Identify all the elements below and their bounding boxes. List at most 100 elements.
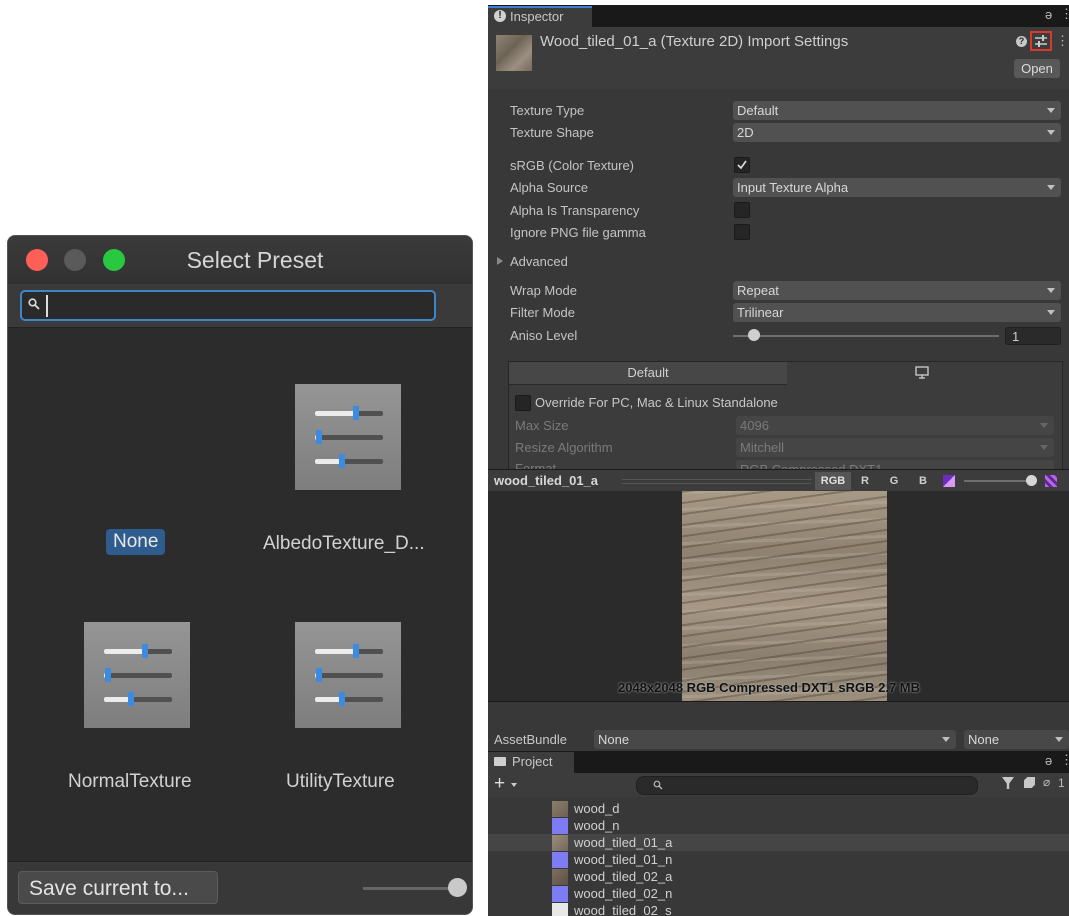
channel-r-button[interactable]: R bbox=[856, 472, 874, 490]
more-menu-icon[interactable]: ⋮ bbox=[1060, 6, 1069, 22]
preset-search-box[interactable] bbox=[20, 290, 436, 321]
chevron-down-icon bbox=[1040, 423, 1048, 428]
project-file-list: wood_d wood_n wood_tiled_01_a wood_tiled… bbox=[488, 797, 1069, 916]
list-item[interactable]: wood_tiled_01_n bbox=[488, 851, 1069, 868]
ignore-png-gamma-checkbox[interactable] bbox=[734, 224, 750, 240]
resize-algorithm-value: Mitchell bbox=[740, 440, 785, 455]
preset-utility-label[interactable]: UtilityTexture bbox=[286, 771, 395, 793]
project-more-icon[interactable]: ⋮ bbox=[1060, 752, 1069, 768]
max-size-dropdown[interactable]: 4096 bbox=[736, 416, 1054, 435]
texture-type-dropdown[interactable]: Default bbox=[733, 101, 1061, 120]
platform-section: Default Override For PC, Mac & Linux Sta… bbox=[508, 361, 1063, 479]
tab-standalone-platform[interactable] bbox=[787, 362, 1062, 384]
resize-algorithm-label: Resize Algorithm bbox=[515, 440, 613, 455]
assetbundle-variant-dropdown[interactable]: None bbox=[964, 730, 1069, 749]
select-preset-window: Select Preset None AlbedoTexture_D... No… bbox=[7, 235, 473, 915]
inspector-header: Wood_tiled_01_a (Texture 2D) Import Sett… bbox=[488, 27, 1069, 90]
texture-preview-image bbox=[682, 491, 887, 701]
preview-divider-line bbox=[622, 479, 812, 484]
help-icon[interactable]: ? bbox=[1016, 36, 1027, 47]
tab-project[interactable]: Project bbox=[488, 752, 574, 773]
preview-name: wood_tiled_01_a bbox=[494, 473, 599, 488]
project-search-box[interactable] bbox=[636, 776, 978, 795]
preset-none[interactable]: None bbox=[106, 529, 166, 555]
texture-shape-value: 2D bbox=[737, 125, 754, 140]
resize-algorithm-dropdown[interactable]: Mitchell bbox=[736, 438, 1054, 457]
create-plus-icon[interactable]: + bbox=[494, 773, 505, 795]
header-more-icon[interactable]: ⋮ bbox=[1056, 33, 1069, 49]
preset-search-input[interactable] bbox=[46, 295, 432, 317]
texture-thumbnail bbox=[496, 35, 532, 71]
ignore-png-gamma-label: Ignore PNG file gamma bbox=[510, 225, 646, 240]
foldout-arrow-icon[interactable] bbox=[497, 257, 503, 265]
channel-b-button[interactable]: B bbox=[914, 472, 932, 490]
chevron-down-icon bbox=[1047, 310, 1055, 315]
file-name: wood_n bbox=[574, 818, 620, 833]
lock-icon[interactable]: ə bbox=[1045, 7, 1052, 22]
create-dropdown-icon[interactable] bbox=[511, 783, 517, 787]
wrap-mode-value: Repeat bbox=[737, 283, 779, 298]
normal-map-file-icon bbox=[552, 818, 568, 834]
list-item[interactable]: wood_tiled_02_a bbox=[488, 868, 1069, 885]
filter-mode-label: Filter Mode bbox=[510, 305, 576, 320]
preset-albedo-label[interactable]: AlbedoTexture_D... bbox=[263, 533, 425, 555]
project-lock-icon[interactable]: ə bbox=[1045, 753, 1052, 768]
texture-shape-label: Texture Shape bbox=[510, 125, 594, 140]
tab-inspector[interactable]: ! Inspector bbox=[488, 6, 592, 27]
aniso-slider-knob[interactable] bbox=[748, 329, 760, 341]
max-size-label: Max Size bbox=[515, 418, 569, 433]
wrap-mode-dropdown[interactable]: Repeat bbox=[733, 281, 1061, 300]
info-icon: ! bbox=[494, 10, 506, 22]
mip-slider-track[interactable] bbox=[964, 480, 1032, 482]
mip-slider-knob[interactable] bbox=[1026, 475, 1037, 486]
inspector-tab-label: Inspector bbox=[510, 9, 564, 24]
chevron-down-icon bbox=[1055, 737, 1063, 742]
preset-sliders-icon bbox=[315, 644, 383, 706]
texture-shape-dropdown[interactable]: 2D bbox=[733, 123, 1061, 142]
srgb-checkbox[interactable] bbox=[734, 157, 750, 173]
alpha-transparency-checkbox[interactable] bbox=[734, 202, 750, 218]
list-item[interactable]: wood_tiled_02_n bbox=[488, 885, 1069, 902]
override-checkbox[interactable] bbox=[515, 395, 531, 411]
list-item-selected[interactable]: wood_tiled_01_a bbox=[488, 834, 1069, 851]
zoom-slider-knob[interactable] bbox=[448, 878, 467, 897]
zoom-slider-track[interactable] bbox=[363, 887, 455, 890]
inspector-title: Wood_tiled_01_a (Texture 2D) Import Sett… bbox=[540, 33, 849, 50]
preset-albedo-thumb[interactable] bbox=[295, 384, 401, 490]
tab-default-platform[interactable]: Default bbox=[509, 362, 787, 385]
alpha-source-dropdown[interactable]: Input Texture Alpha bbox=[733, 178, 1061, 197]
preset-utility-thumb[interactable] bbox=[295, 622, 401, 728]
chevron-down-icon bbox=[1047, 185, 1055, 190]
aniso-slider-track[interactable] bbox=[733, 335, 999, 337]
presets-button[interactable] bbox=[1030, 31, 1052, 51]
channel-rgb-button[interactable]: RGB bbox=[815, 472, 851, 490]
filter-by-label-icon[interactable] bbox=[1024, 777, 1035, 788]
list-item[interactable]: wood_tiled_02_s bbox=[488, 902, 1069, 916]
filter-by-type-icon[interactable] bbox=[1002, 777, 1014, 789]
file-name: wood_d bbox=[574, 801, 620, 816]
preset-sliders-icon bbox=[315, 406, 383, 468]
search-icon bbox=[28, 298, 40, 310]
checker-icon[interactable] bbox=[1045, 475, 1057, 487]
project-search-input[interactable] bbox=[667, 777, 971, 795]
alpha-channel-icon[interactable] bbox=[943, 475, 955, 487]
presets-icon bbox=[1035, 35, 1047, 47]
alpha-source-label: Alpha Source bbox=[510, 180, 589, 195]
folder-icon bbox=[494, 757, 506, 766]
channel-g-button[interactable]: G bbox=[885, 472, 903, 490]
preset-sliders-icon bbox=[104, 644, 172, 706]
preset-titlebar[interactable]: Select Preset bbox=[8, 236, 472, 285]
texture-file-icon bbox=[552, 869, 568, 885]
list-item[interactable]: wood_n bbox=[488, 817, 1069, 834]
chevron-down-icon bbox=[1040, 445, 1048, 450]
preset-normal-thumb[interactable] bbox=[84, 622, 190, 728]
open-button[interactable]: Open bbox=[1014, 59, 1060, 78]
filter-mode-dropdown[interactable]: Trilinear bbox=[733, 303, 1061, 322]
aniso-level-field[interactable]: 1 bbox=[1005, 327, 1061, 345]
assetbundle-name-dropdown[interactable]: None bbox=[594, 730, 956, 749]
advanced-foldout[interactable]: Advanced bbox=[510, 254, 568, 269]
preset-normal-label[interactable]: NormalTexture bbox=[68, 771, 192, 793]
hidden-packages-icon[interactable]: ⌀ bbox=[1043, 775, 1050, 789]
save-current-button[interactable]: Save current to... bbox=[18, 871, 218, 904]
list-item[interactable]: wood_d bbox=[488, 800, 1069, 817]
